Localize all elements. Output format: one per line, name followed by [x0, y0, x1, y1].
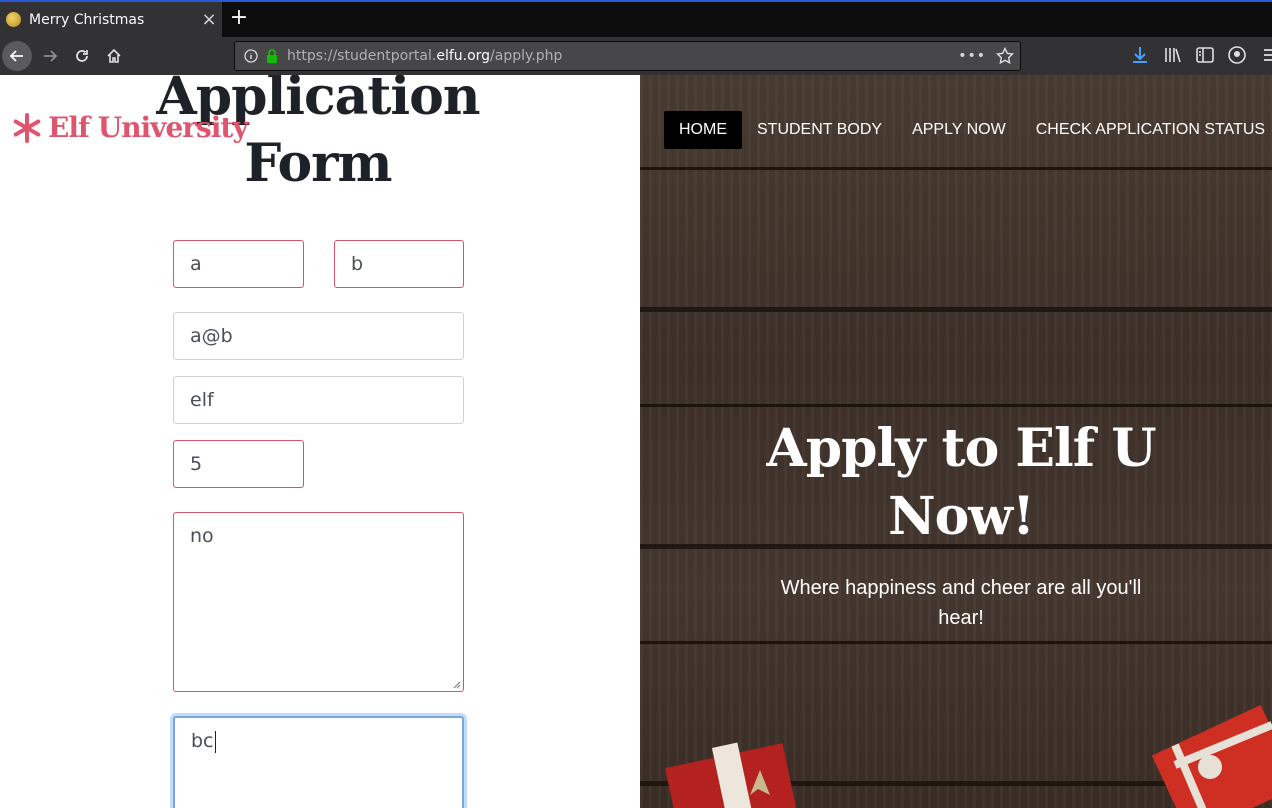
tab-title: Merry Christmas [29, 11, 145, 28]
site-nav: HOME STUDENT BODY APPLY NOW CHECK APPLIC… [664, 111, 1272, 149]
brand-name: Elf University [48, 111, 249, 144]
resize-grip-icon[interactable] [451, 679, 461, 689]
bookmark-star-icon[interactable] [996, 47, 1014, 65]
nav-home[interactable]: HOME [664, 111, 742, 149]
nav-apply-now[interactable]: APPLY NOW [897, 111, 1021, 149]
textarea-two-value: bc [191, 730, 214, 752]
home-button[interactable] [99, 41, 129, 71]
arrow-right-icon [44, 50, 58, 62]
hero-title: Apply to Elf U Now! [766, 418, 1156, 547]
reload-icon [76, 50, 88, 62]
nav-student-body[interactable]: STUDENT BODY [742, 111, 897, 149]
browser-toolbar: https://studentportal.elfu.org/apply.php… [0, 37, 1272, 75]
favicon-icon [6, 12, 21, 27]
browser-tab-strip: Merry Christmas × + [0, 0, 1272, 37]
textarea-one-value: no [190, 525, 214, 547]
application-form-pane: Application Form Elf University a b a@b … [0, 75, 640, 808]
browser-tab[interactable]: Merry Christmas × [0, 2, 222, 37]
download-icon[interactable] [1130, 45, 1150, 65]
account-icon[interactable] [1227, 45, 1247, 65]
library-icon[interactable] [1163, 45, 1183, 65]
hero-subtitle: Where happiness and cheer are all you'll… [780, 577, 1142, 629]
reload-button[interactable] [67, 41, 97, 71]
page-actions-button[interactable]: ••• [958, 48, 986, 64]
age-field[interactable]: 5 [173, 440, 304, 488]
url-text[interactable]: https://studentportal.elfu.org/apply.php [287, 48, 562, 64]
forward-button[interactable] [35, 41, 65, 71]
plank-divider [640, 167, 1272, 170]
plank-divider [640, 404, 1272, 407]
lock-icon[interactable] [265, 49, 279, 63]
menu-icon[interactable] [1262, 45, 1272, 65]
major-field[interactable]: elf [173, 376, 464, 424]
arrow-left-icon [9, 50, 23, 62]
first-name-field[interactable]: a [173, 240, 304, 288]
textarea-one[interactable]: no [173, 512, 464, 692]
snowflake-icon [13, 112, 41, 143]
close-tab-icon[interactable]: × [196, 10, 222, 29]
new-tab-button[interactable]: + [228, 5, 250, 33]
url-bar[interactable]: https://studentportal.elfu.org/apply.php… [234, 41, 1021, 71]
gift-box-image [665, 742, 798, 808]
hero-pane: HOME STUDENT BODY APPLY NOW CHECK APPLIC… [640, 75, 1272, 808]
back-button[interactable] [2, 41, 32, 71]
nav-check-application-status[interactable]: CHECK APPLICATION STATUS [1021, 111, 1272, 149]
sidebar-icon[interactable] [1195, 45, 1215, 65]
info-icon[interactable] [244, 49, 258, 63]
brand-logo[interactable]: Elf University [12, 111, 249, 144]
home-icon [107, 48, 121, 63]
text-caret [214, 730, 216, 753]
plank-divider [640, 641, 1272, 644]
email-field[interactable]: a@b [173, 312, 464, 360]
textarea-two[interactable]: bc [173, 716, 464, 808]
gift-box-image [1151, 705, 1272, 808]
last-name-field[interactable]: b [334, 240, 464, 288]
